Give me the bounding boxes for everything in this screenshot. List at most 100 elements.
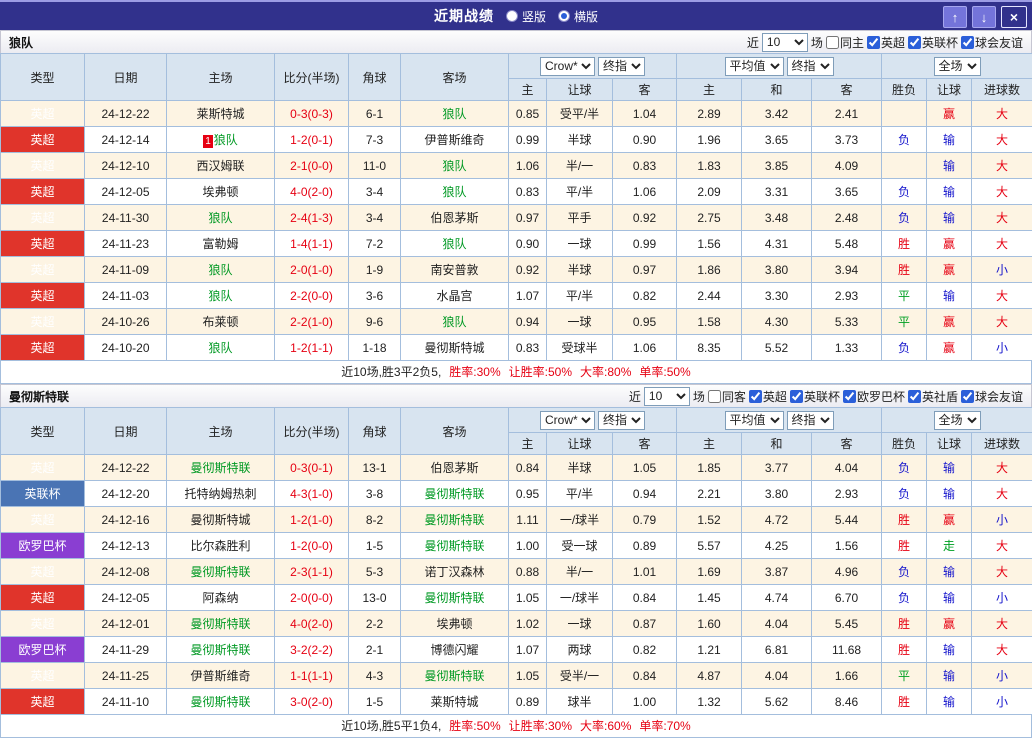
handicap-result-cell: 输 [927,481,972,507]
away-team-cell[interactable]: 伯恩茅斯 [401,455,509,481]
home-team-cell[interactable]: 1狼队 [167,127,275,153]
home-team-cell[interactable]: 狼队 [167,335,275,361]
league-filter[interactable]: 英超 [867,34,905,51]
match-count-select[interactable]: 10 [762,33,808,52]
home-team-name: 曼彻斯特联 [190,565,250,579]
scroll-up-button[interactable]: ↑ [943,6,967,28]
league-checkbox[interactable] [908,390,921,403]
league-checkbox[interactable] [867,36,880,49]
league-filter[interactable]: 球会友谊 [961,34,1023,51]
euro-provider-select[interactable]: 平均值 [725,57,784,76]
same-venue-label: 同客 [722,388,746,405]
away-team-cell[interactable]: 诺丁汉森林 [401,559,509,585]
odds-provider-select[interactable]: Crow* [540,57,595,76]
home-team-cell[interactable]: 布莱顿 [167,309,275,335]
scope-select[interactable]: 全场 [934,57,981,76]
home-team-cell[interactable]: 曼彻斯特城 [167,507,275,533]
away-team-cell[interactable]: 狼队 [401,309,509,335]
away-team-cell[interactable]: 曼彻斯特联 [401,533,509,559]
league-checkbox[interactable] [843,390,856,403]
home-team-cell[interactable]: 狼队 [167,257,275,283]
away-team-cell[interactable]: 博德闪耀 [401,637,509,663]
away-team-cell[interactable]: 伊普斯维奇 [401,127,509,153]
recent-results-window: 近期战绩 竖版 横版 ↑ ↓ × 狼队 近 10 场 [0,0,1032,738]
league-checkbox[interactable] [908,36,921,49]
odds-stage-select[interactable]: 终指 [598,57,645,76]
euro-stage-select[interactable]: 终指 [787,57,834,76]
away-team-cell[interactable]: 伯恩茅斯 [401,205,509,231]
scope-select[interactable]: 全场 [934,411,981,430]
away-team-cell[interactable]: 莱斯特城 [401,689,509,715]
home-team-cell[interactable]: 富勒姆 [167,231,275,257]
euro-draw-odds-cell: 3.80 [742,481,812,507]
result-cell: 负 [882,179,927,205]
away-team-cell[interactable]: 曼彻斯特联 [401,481,509,507]
layout-radio[interactable]: 竖版 [506,8,546,25]
away-team-name: 狼队 [442,107,466,121]
league-filter[interactable]: 球会友谊 [961,388,1023,405]
league-type-cell: 英超 [1,455,85,481]
away-team-cell[interactable]: 曼彻斯特城 [401,335,509,361]
home-team-cell[interactable]: 曼彻斯特联 [167,689,275,715]
league-checkbox[interactable] [749,390,762,403]
home-team-cell[interactable]: 曼彻斯特联 [167,611,275,637]
home-team-cell[interactable]: 曼彻斯特联 [167,559,275,585]
away-team-cell[interactable]: 狼队 [401,179,509,205]
league-filter[interactable]: 英联杯 [790,388,840,405]
result-cell: 负 [882,205,927,231]
home-team-cell[interactable]: 阿森纳 [167,585,275,611]
summary-prefix: 近10场,胜5平1负4, [341,719,441,733]
match-count-select[interactable]: 10 [644,387,690,406]
odds-stage-select[interactable]: 终指 [598,411,645,430]
corner-cell: 2-1 [349,637,401,663]
home-team-cell[interactable]: 比尔森胜利 [167,533,275,559]
away-team-cell[interactable]: 曼彻斯特联 [401,507,509,533]
result-cell: 负 [882,559,927,585]
score-cell: 1-2(1-0) [275,507,349,533]
same-venue-filter[interactable]: 同客 [708,388,746,405]
home-team-cell[interactable]: 莱斯特城 [167,101,275,127]
home-team-cell[interactable]: 托特纳姆热刺 [167,481,275,507]
layout-radio[interactable]: 横版 [558,8,598,25]
match-date-cell: 24-11-10 [85,689,167,715]
home-team-cell[interactable]: 埃弗顿 [167,179,275,205]
scroll-down-button[interactable]: ↓ [972,6,996,28]
summary-stat: 大率:80% [580,365,631,379]
euro-provider-select[interactable]: 平均值 [725,411,784,430]
handicap-line-cell: 平手 [547,205,613,231]
same-venue-filter[interactable]: 同主 [826,34,864,51]
league-filter[interactable]: 英社盾 [908,388,958,405]
summary-stats: 胜率:30%让胜率:50%大率:80%单率:50% [441,365,690,379]
match-date-cell: 24-12-08 [85,559,167,585]
home-team-cell[interactable]: 西汉姆联 [167,153,275,179]
home-team-cell[interactable]: 狼队 [167,283,275,309]
score-cell: 0-3(0-3) [275,101,349,127]
league-checkbox[interactable] [790,390,803,403]
home-team-cell[interactable]: 曼彻斯特联 [167,455,275,481]
league-filter[interactable]: 欧罗巴杯 [843,388,905,405]
league-checkbox[interactable] [961,390,974,403]
away-team-cell[interactable]: 狼队 [401,231,509,257]
away-team-cell[interactable]: 水晶宫 [401,283,509,309]
away-team-cell[interactable]: 狼队 [401,153,509,179]
home-team-cell[interactable]: 曼彻斯特联 [167,637,275,663]
league-type-cell: 英超 [1,101,85,127]
away-team-cell[interactable]: 埃弗顿 [401,611,509,637]
handicap-result-cell: 输 [927,153,972,179]
odds-provider-select[interactable]: Crow* [540,411,595,430]
away-team-cell[interactable]: 曼彻斯特联 [401,585,509,611]
league-checkbox[interactable] [961,36,974,49]
same-venue-checkbox[interactable] [708,390,721,403]
away-team-cell[interactable]: 曼彻斯特联 [401,663,509,689]
same-venue-checkbox[interactable] [826,36,839,49]
home-team-cell[interactable]: 伊普斯维奇 [167,663,275,689]
away-team-cell[interactable]: 狼队 [401,101,509,127]
league-type-cell: 英超 [1,205,85,231]
away-team-cell[interactable]: 南安普敦 [401,257,509,283]
close-button[interactable]: × [1001,6,1027,28]
home-team-cell[interactable]: 狼队 [167,205,275,231]
handicap-result-cell: 输 [927,689,972,715]
euro-stage-select[interactable]: 终指 [787,411,834,430]
league-filter[interactable]: 英超 [749,388,787,405]
league-filter[interactable]: 英联杯 [908,34,958,51]
